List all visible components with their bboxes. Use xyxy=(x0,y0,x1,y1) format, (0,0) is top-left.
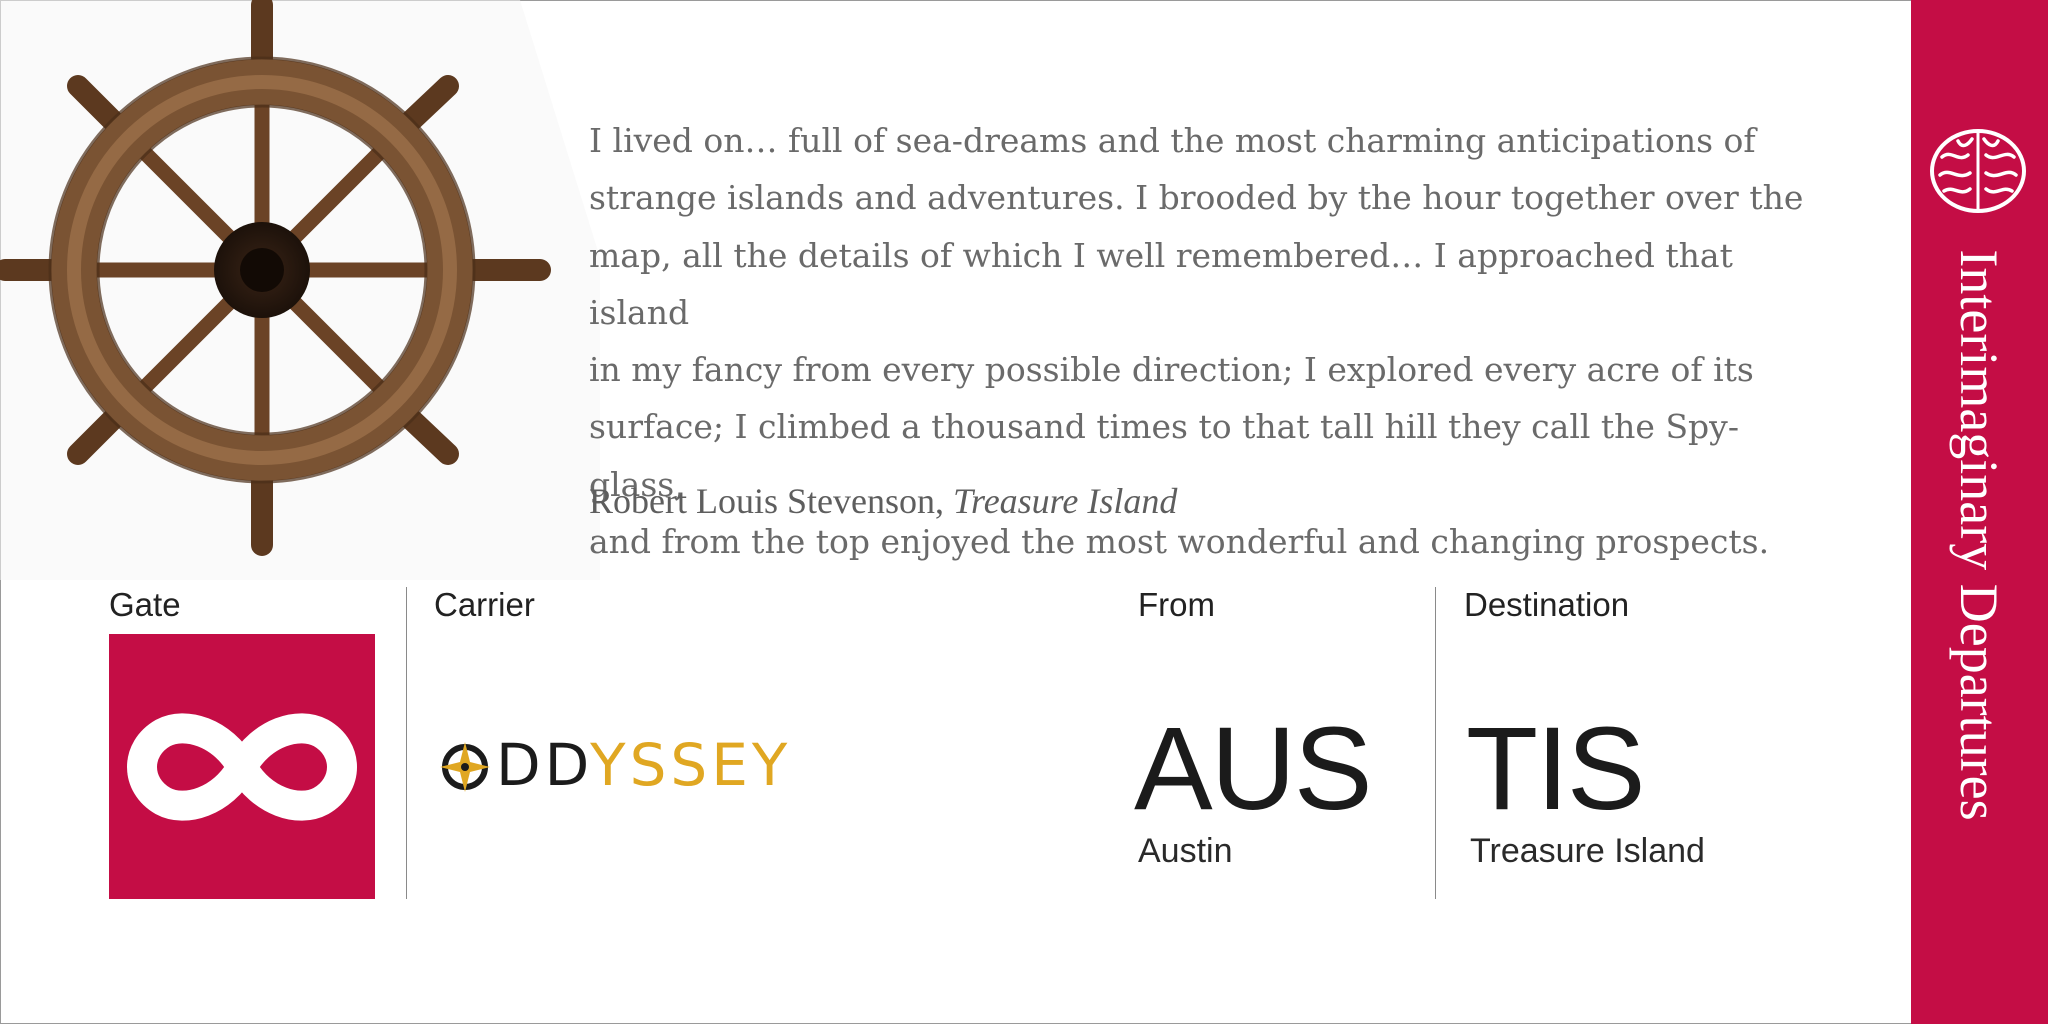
brain-icon xyxy=(1930,129,2026,213)
quote-work: Treasure Island xyxy=(952,481,1178,521)
carrier-logo: DDYSSEY xyxy=(496,736,791,794)
quote-attribution: Robert Louis Stevenson, Treasure Island xyxy=(589,480,1177,522)
from-code: AUS xyxy=(1134,703,1373,835)
quote-line: in my fancy from every possible directio… xyxy=(589,350,1754,390)
gate-label: Gate xyxy=(109,586,181,623)
ship-wheel-image xyxy=(0,0,600,580)
from-label: From xyxy=(1138,586,1215,623)
compass-icon xyxy=(440,742,490,792)
carrier-logo-dark: DD xyxy=(496,731,591,799)
sidebar-title: Interimaginary Departures xyxy=(1949,249,2009,821)
from-city: Austin xyxy=(1138,832,1233,870)
destination-label: Destination xyxy=(1464,586,1630,623)
destination-code: TIS xyxy=(1466,703,1646,835)
destination-city: Treasure Island xyxy=(1470,832,1705,870)
gate-carrier-divider xyxy=(406,587,407,899)
gate-badge xyxy=(109,634,375,899)
carrier-logo-gold: YSSEY xyxy=(590,731,792,799)
quote-author: Robert Louis Stevenson, xyxy=(589,481,944,521)
carrier-label: Carrier xyxy=(434,586,535,623)
infinity-icon xyxy=(127,712,357,821)
from-destination-divider xyxy=(1435,587,1436,899)
quote-line: strange islands and adventures. I broode… xyxy=(589,178,1804,218)
quote-line: I lived on… full of sea-dreams and the m… xyxy=(589,121,1756,160)
quote-line: map, all the details of which I well rem… xyxy=(589,235,1733,332)
